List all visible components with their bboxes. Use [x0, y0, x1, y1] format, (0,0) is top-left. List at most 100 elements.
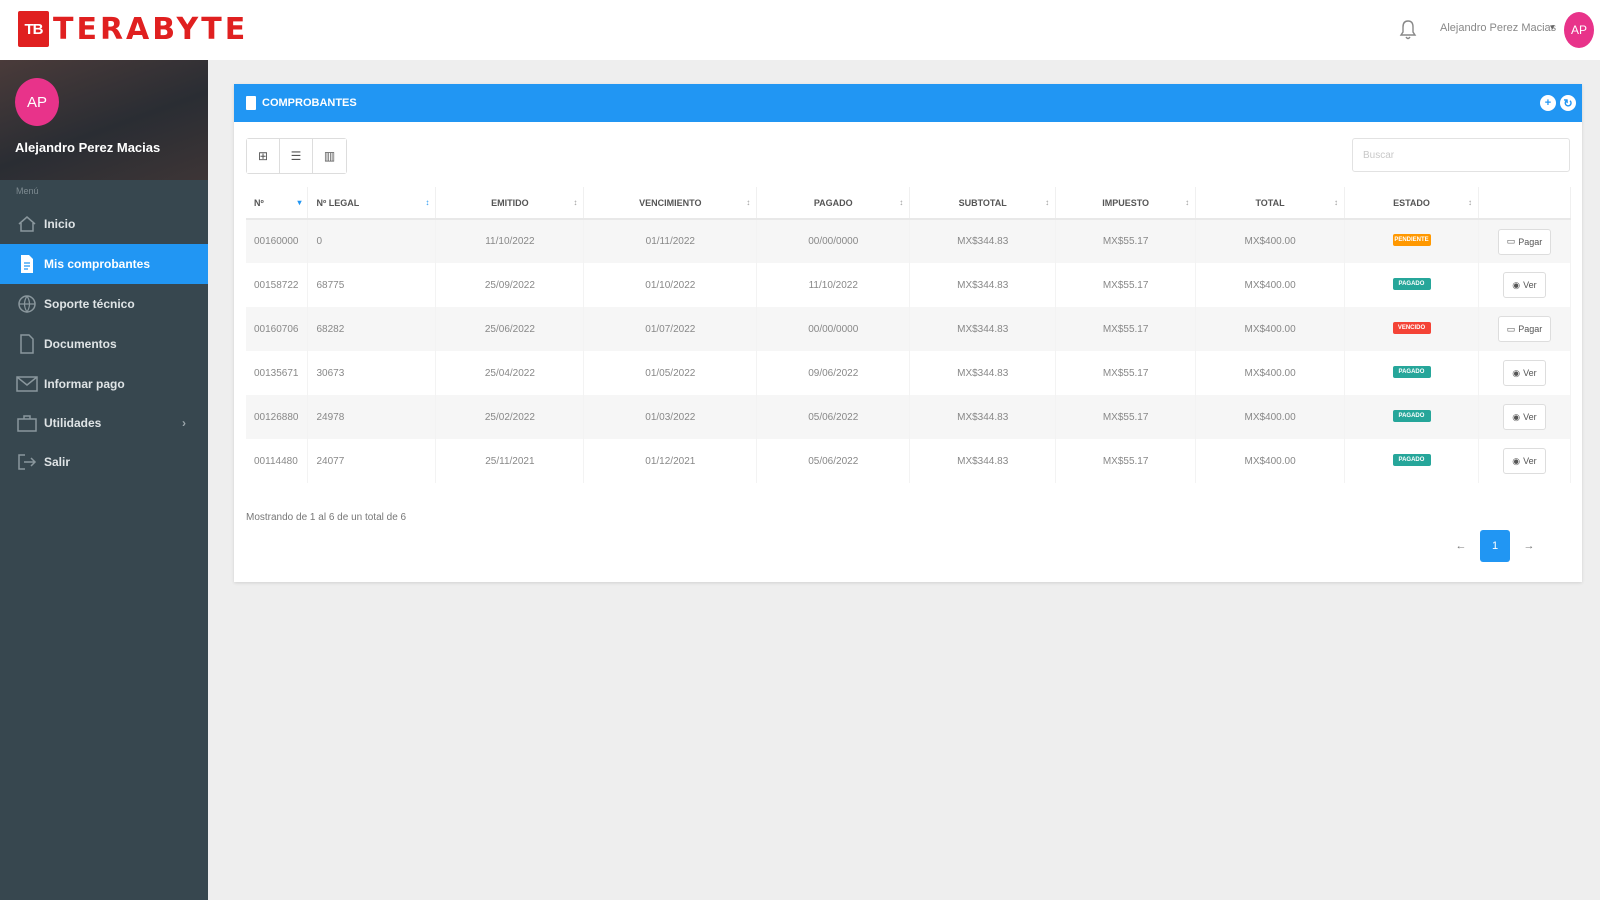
- sidebar-item-documentos[interactable]: Documentos: [0, 324, 208, 364]
- column-header-impuesto[interactable]: IMPUESTO ↕: [1055, 187, 1197, 220]
- file-icon: [15, 333, 39, 355]
- bell-icon[interactable]: [1398, 19, 1418, 41]
- search-input[interactable]: [1352, 138, 1570, 172]
- view-button[interactable]: ◉ Ver: [1503, 448, 1546, 474]
- sidebar-item-salir[interactable]: Salir: [0, 442, 208, 482]
- cell-subtotal: MX$344.83: [909, 439, 1057, 483]
- column-header-actions: [1478, 187, 1572, 220]
- columns-button[interactable]: ▥: [313, 139, 346, 173]
- cell-emitido: 25/02/2022: [435, 395, 585, 439]
- table-body: 00160000 0 11/10/2022 01/11/2022 00/00/0000 M…: [246, 219, 1572, 483]
- eye-icon: ◉: [1512, 455, 1521, 466]
- cell-vencimiento: 01/10/2022: [583, 263, 758, 307]
- home-icon: [15, 213, 39, 235]
- prev-page-button[interactable]: ←: [1446, 530, 1476, 562]
- status-badge: PAGADO: [1392, 409, 1431, 422]
- status-badge: PENDIENTE: [1392, 234, 1431, 246]
- cell-vencimiento: 01/11/2022: [583, 219, 758, 263]
- sidebar-item-soporte-tecnico[interactable]: Soporte técnico: [0, 284, 208, 324]
- sort-icon: ▾: [297, 198, 302, 207]
- sort-icon: ↕: [746, 198, 751, 207]
- pay-button[interactable]: ▭ Pagar: [1497, 316, 1552, 342]
- sidebar-avatar[interactable]: AP: [15, 78, 59, 126]
- sidebar-item-label: Informar pago: [44, 377, 125, 391]
- status-badge: VENCIDO: [1392, 321, 1431, 334]
- cell-total: MX$400.00: [1195, 395, 1346, 439]
- columns-icon: ▥: [323, 149, 336, 163]
- cell-subtotal: MX$344.83: [909, 307, 1057, 351]
- add-icon[interactable]: +: [1540, 95, 1556, 111]
- cell-num: 00135671: [246, 351, 309, 395]
- cell-action: ▭ Pagar: [1478, 219, 1572, 263]
- cell-num: 00160706: [246, 307, 309, 351]
- table-header-row: Nº ▾ Nº LEGAL ↕ EMITIDO ↕ VENCIMIENTO ↕ PAGA…: [246, 187, 1572, 220]
- pagination: ← 1 →: [1442, 530, 1544, 562]
- column-label: Nº LEGAL: [316, 197, 360, 208]
- sidebar-item-utilidades[interactable]: Utilidades ›: [0, 403, 208, 443]
- column-header-pagado[interactable]: PAGADO ↕: [756, 187, 911, 220]
- cell-legal: 24978: [307, 395, 437, 439]
- avatar[interactable]: AP: [1564, 12, 1594, 48]
- column-label: EMITIDO: [491, 197, 529, 208]
- table-row: 00158722 68775 25/09/2022 01/10/2022 11/10/2…: [246, 263, 1572, 307]
- column-header-legal[interactable]: Nº LEGAL ↕: [307, 187, 437, 220]
- cell-subtotal: MX$344.83: [909, 263, 1057, 307]
- cell-emitido: 25/11/2021: [435, 439, 585, 483]
- cell-total: MX$400.00: [1195, 307, 1346, 351]
- sidebar-item-label: Documentos: [44, 337, 117, 351]
- view-toggle-group: ⊞ ☰ ▥: [246, 138, 347, 174]
- view-button[interactable]: ◉ Ver: [1503, 272, 1546, 298]
- table-row: 00114480 24077 25/11/2021 01/12/2021 05/06/2…: [246, 439, 1572, 483]
- cell-action: ◉ Ver: [1478, 263, 1572, 307]
- top-bar: TB TERABYTE Alejandro Perez Macias ▾ AP: [0, 0, 1600, 60]
- column-header-estado[interactable]: ESTADO ↕: [1344, 187, 1479, 220]
- column-header-subtotal[interactable]: SUBTOTAL ↕: [909, 187, 1057, 220]
- cell-vencimiento: 01/07/2022: [583, 307, 758, 351]
- cell-action: ◉ Ver: [1478, 439, 1572, 483]
- cell-num: 00114480: [246, 439, 309, 483]
- next-page-button[interactable]: →: [1514, 530, 1544, 562]
- view-button[interactable]: ◉ Ver: [1503, 360, 1546, 386]
- eye-icon: ◉: [1512, 279, 1521, 290]
- sidebar-item-inicio[interactable]: Inicio: [0, 204, 208, 244]
- page-button-1[interactable]: 1: [1480, 530, 1510, 562]
- brand-logo[interactable]: TB TERABYTE: [18, 11, 248, 47]
- cell-emitido: 25/09/2022: [435, 263, 585, 307]
- caret-down-icon[interactable]: ▾: [1550, 22, 1555, 33]
- document-icon: [15, 253, 39, 275]
- cell-estado: PAGADO: [1344, 263, 1479, 307]
- credit-card-icon: ▭: [1506, 236, 1516, 246]
- column-label: TOTAL: [1255, 197, 1285, 208]
- refresh-icon[interactable]: ↻: [1560, 95, 1576, 111]
- column-label: ESTADO: [1393, 197, 1430, 208]
- globe-icon: [15, 293, 39, 315]
- comprobantes-table: Nº ▾ Nº LEGAL ↕ EMITIDO ↕ VENCIMIENTO ↕ PAGA…: [246, 187, 1572, 483]
- cell-num: 00160000: [246, 219, 309, 263]
- list-view-button[interactable]: ☰: [280, 139, 313, 173]
- cell-vencimiento: 01/12/2021: [583, 439, 758, 483]
- pay-button[interactable]: ▭ Pagar: [1497, 228, 1552, 255]
- view-button[interactable]: ◉ Ver: [1503, 404, 1546, 430]
- sidebar-item-mis-comprobantes[interactable]: Mis comprobantes: [0, 244, 208, 284]
- sidebar-item-label: Salir: [44, 455, 71, 469]
- sidebar-item-informar-pago[interactable]: Informar pago: [0, 364, 208, 404]
- cell-pagado: 11/10/2022: [756, 263, 911, 307]
- button-label: Ver: [1523, 368, 1537, 378]
- card-view-button[interactable]: ⊞: [247, 139, 280, 173]
- cell-impuesto: MX$55.17: [1055, 439, 1197, 483]
- column-header-num[interactable]: Nº ▾: [246, 187, 309, 220]
- cell-estado: PAGADO: [1344, 395, 1479, 439]
- status-badge: PAGADO: [1392, 277, 1431, 290]
- cell-vencimiento: 01/03/2022: [583, 395, 758, 439]
- list-icon: ☰: [290, 149, 302, 163]
- table-row: 00126880 24978 25/02/2022 01/03/2022 05/06/2…: [246, 395, 1572, 439]
- user-menu-name[interactable]: Alejandro Perez Macias: [1440, 22, 1556, 34]
- cell-vencimiento: 01/05/2022: [583, 351, 758, 395]
- menu-section-label: Menú: [16, 186, 39, 196]
- credit-card-icon: ▭: [1506, 323, 1516, 334]
- cell-subtotal: MX$344.83: [909, 395, 1057, 439]
- cell-impuesto: MX$55.17: [1055, 307, 1197, 351]
- column-header-vencimiento[interactable]: VENCIMIENTO ↕: [583, 187, 758, 220]
- column-header-emitido[interactable]: EMITIDO ↕: [435, 187, 585, 220]
- column-header-total[interactable]: TOTAL ↕: [1195, 187, 1346, 220]
